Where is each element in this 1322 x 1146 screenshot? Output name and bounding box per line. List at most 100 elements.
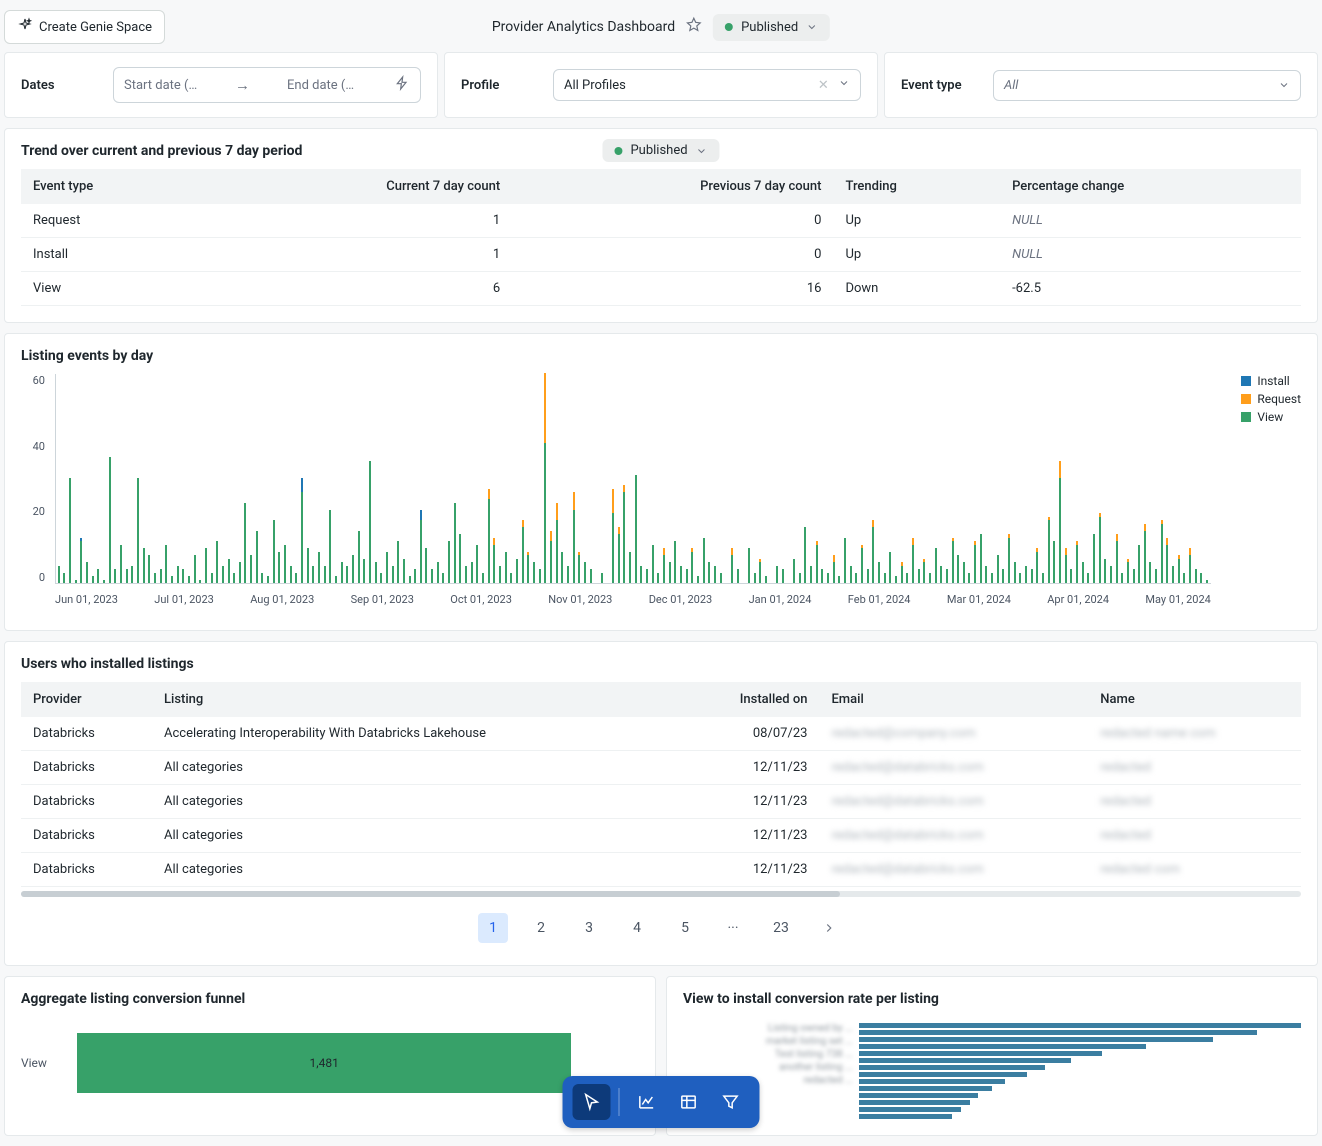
conversion-bar[interactable] <box>859 1044 1146 1049</box>
table-row[interactable]: DatabricksAll categories12/11/23redacted… <box>21 853 1301 887</box>
status-label: Published <box>630 143 687 158</box>
table-cell: View <box>21 272 207 306</box>
clear-icon[interactable]: ✕ <box>818 78 829 93</box>
table-header[interactable]: Event type <box>21 169 207 204</box>
installs-title: Users who installed listings <box>21 656 1301 672</box>
chart-bar[interactable] <box>735 569 741 583</box>
page-3[interactable]: 3 <box>574 913 604 943</box>
conversion-bar[interactable] <box>859 1051 1102 1056</box>
page-23[interactable]: 23 <box>766 913 796 943</box>
conversion-bar[interactable] <box>859 1114 952 1119</box>
chart-bar[interactable] <box>67 478 73 583</box>
table-header[interactable]: Listing <box>152 682 680 717</box>
page-···: ··· <box>718 913 748 943</box>
end-date-placeholder: End date (M... <box>287 78 361 93</box>
table-cell: Accelerating Interoperability With Datab… <box>152 717 680 751</box>
create-genie-label: Create Genie Space <box>39 20 152 35</box>
chart-tool-button[interactable] <box>628 1084 666 1120</box>
legend-swatch-install <box>1241 376 1251 386</box>
table-cell: redacted name com <box>1088 717 1301 751</box>
table-cell: redacted <box>1088 785 1301 819</box>
table-cell: redacted@databricks.com <box>819 819 1088 853</box>
table-row[interactable]: DatabricksAll categories12/11/23redacted… <box>21 751 1301 785</box>
table-header[interactable]: Trending <box>833 169 1000 204</box>
conversion-bar[interactable] <box>859 1037 1213 1042</box>
conversion-bar[interactable] <box>859 1065 1045 1070</box>
profile-label: Profile <box>461 78 541 93</box>
table-cell: NULL <box>1000 238 1301 272</box>
table-row[interactable]: DatabricksAll categories12/11/23redacted… <box>21 819 1301 853</box>
legend-label: Request <box>1257 392 1301 406</box>
status-dropdown-overlay[interactable]: Published <box>602 139 719 162</box>
pagination: 12345···23 <box>21 897 1301 949</box>
table-cell: All categories <box>152 853 680 887</box>
event-type-select[interactable]: All <box>993 70 1301 101</box>
event-type-filter-panel: Event type All <box>884 52 1318 118</box>
chart-bar[interactable] <box>1204 580 1210 584</box>
chart-bar[interactable] <box>588 569 594 583</box>
table-row[interactable]: Install10UpNULL <box>21 238 1301 272</box>
star-icon[interactable] <box>685 16 703 38</box>
table-cell: All categories <box>152 785 680 819</box>
chart-plot[interactable] <box>55 374 1211 584</box>
table-row[interactable]: DatabricksAccelerating Interoperability … <box>21 717 1301 751</box>
table-header[interactable]: Current 7 day count <box>207 169 512 204</box>
conversion-bar[interactable] <box>859 1079 1005 1084</box>
trend-table: Event typeCurrent 7 day countPrevious 7 … <box>21 169 1301 306</box>
table-cell: Databricks <box>21 785 152 819</box>
chevron-down-icon <box>1278 79 1290 91</box>
trend-card: Trend over current and previous 7 day pe… <box>4 128 1318 323</box>
table-cell: redacted@databricks.com <box>819 751 1088 785</box>
filter-tool-button[interactable] <box>712 1084 750 1120</box>
cursor-tool-button[interactable] <box>573 1084 611 1120</box>
table-cell: 16 <box>512 272 833 306</box>
table-row[interactable]: DatabricksAll categories12/11/23redacted… <box>21 785 1301 819</box>
table-cell: 12/11/23 <box>680 853 820 887</box>
table-row[interactable]: View616Down-62.5 <box>21 272 1301 306</box>
table-header[interactable]: Previous 7 day count <box>512 169 833 204</box>
chevron-down-icon <box>838 77 850 89</box>
create-genie-space-button[interactable]: Create Genie Space <box>4 10 165 44</box>
chart-bar[interactable] <box>763 576 769 583</box>
next-page-button[interactable] <box>814 913 844 943</box>
conversion-bar[interactable] <box>859 1100 970 1105</box>
page-2[interactable]: 2 <box>526 913 556 943</box>
profile-select[interactable]: All Profiles ✕ <box>553 69 861 101</box>
conversion-bar[interactable] <box>859 1030 1257 1035</box>
installs-table: ProviderListingInstalled onEmailName Dat… <box>21 682 1301 887</box>
table-cell: Install <box>21 238 207 272</box>
arrow-right-icon: → <box>235 76 250 94</box>
conversion-bar[interactable] <box>859 1058 1071 1063</box>
table-header[interactable]: Name <box>1088 682 1301 717</box>
conversion-bar[interactable] <box>859 1107 961 1112</box>
table-header[interactable]: Email <box>819 682 1088 717</box>
profile-value: All Profiles <box>564 78 626 93</box>
table-cell: 12/11/23 <box>680 751 820 785</box>
table-cell: 0 <box>512 204 833 238</box>
conversion-bars[interactable] <box>859 1023 1301 1119</box>
chart-bar[interactable] <box>599 573 605 584</box>
conversion-bar[interactable] <box>859 1086 992 1091</box>
funnel-bar[interactable]: 1,481 <box>77 1033 571 1093</box>
horizontal-scrollbar[interactable] <box>21 891 1301 897</box>
table-header[interactable]: Percentage change <box>1000 169 1301 204</box>
date-range-input[interactable]: Start date (M... → End date (M... <box>113 67 421 103</box>
conversion-bar[interactable] <box>859 1093 978 1098</box>
chart-bar[interactable] <box>718 573 724 584</box>
table-row[interactable]: Request10UpNULL <box>21 204 1301 238</box>
table-cell: redacted <box>1088 819 1301 853</box>
page-5[interactable]: 5 <box>670 913 700 943</box>
page-1[interactable]: 1 <box>478 913 508 943</box>
conversion-bar[interactable] <box>859 1023 1301 1028</box>
table-header[interactable]: Provider <box>21 682 152 717</box>
chart-bar[interactable] <box>780 569 786 583</box>
installs-card: Users who installed listings ProviderLis… <box>4 641 1318 966</box>
conversion-bar[interactable] <box>859 1072 1027 1077</box>
table-header[interactable]: Installed on <box>680 682 820 717</box>
status-dropdown[interactable]: Published <box>713 14 830 41</box>
chart-bar[interactable] <box>328 510 334 584</box>
table-cell: Databricks <box>21 853 152 887</box>
table-tool-button[interactable] <box>670 1084 708 1120</box>
page-4[interactable]: 4 <box>622 913 652 943</box>
chart-bar[interactable] <box>107 457 113 583</box>
